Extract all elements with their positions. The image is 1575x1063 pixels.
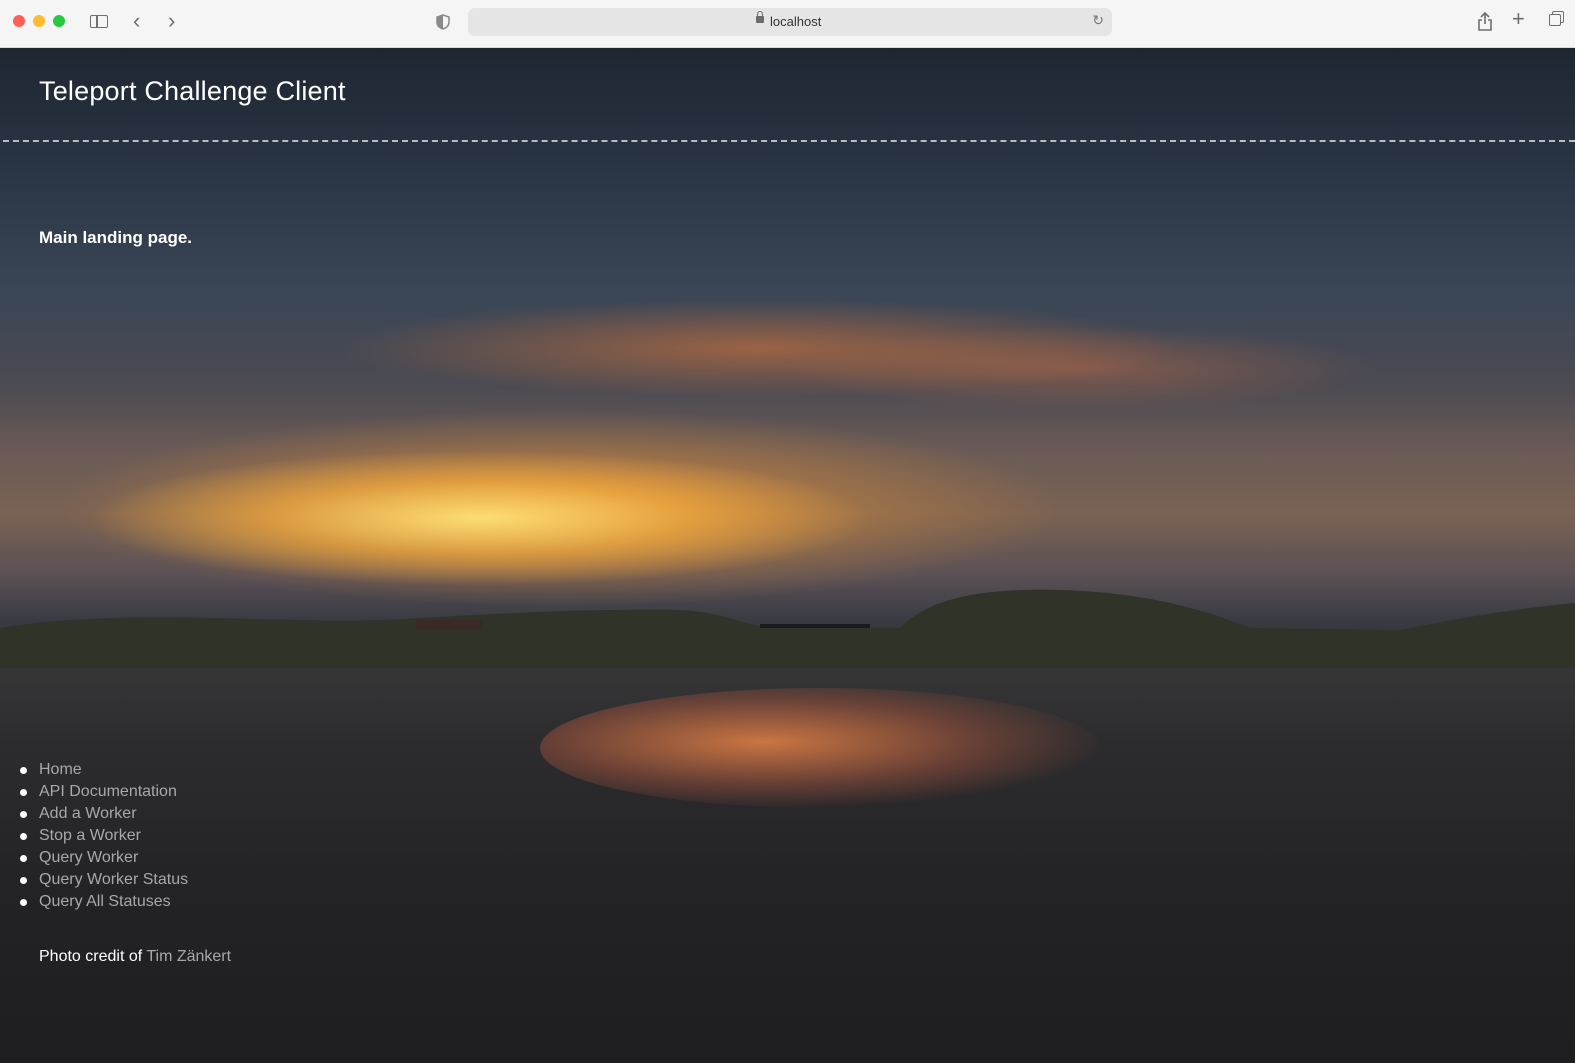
privacy-shield-icon[interactable] [436,13,450,30]
intro-text: Main landing page. [39,228,193,247]
background-puddle [540,688,1100,808]
nav-link-query-worker-status[interactable]: Query Worker Status [39,871,188,888]
share-icon[interactable] [1477,11,1493,36]
close-window-button[interactable] [13,15,25,27]
nav-link-query-all-statuses[interactable]: Query All Statuses [39,893,171,910]
nav-item: Stop a Worker [18,825,188,847]
landing-page: Teleport Challenge Client Main landing p… [0,48,1575,1063]
photo-credit-label: Photo credit of [39,948,143,965]
browser-toolbar: ‹ › localhost ↻ + [0,0,1575,48]
photo-credit: Photo credit of Tim Zänkert [39,948,231,966]
header-divider [3,140,1575,142]
url-text: localhost [770,14,822,29]
sidebar-toggle-icon[interactable] [90,15,108,28]
nav-item: Query All Statuses [18,891,188,913]
nav-item: Query Worker [18,847,188,869]
nav-item: Home [18,759,188,781]
nav-item: API Documentation [18,781,188,803]
nav-link-query-worker[interactable]: Query Worker [39,849,138,866]
zoom-window-button[interactable] [53,15,65,27]
back-arrow-icon[interactable]: ‹ [133,10,140,32]
nav-link-home[interactable]: Home [39,761,82,778]
lock-icon [756,11,764,23]
nav-link-stop-worker[interactable]: Stop a Worker [39,827,141,844]
forward-arrow-icon[interactable]: › [168,10,175,32]
nav-link-api-documentation[interactable]: API Documentation [39,783,177,800]
nav-item: Add a Worker [18,803,188,825]
reload-icon[interactable]: ↻ [1092,12,1104,29]
page-title: Teleport Challenge Client [39,76,346,106]
minimize-window-button[interactable] [33,15,45,27]
photo-credit-author-link[interactable]: Tim Zänkert [146,948,231,965]
nav-list: Home API Documentation Add a Worker Stop… [18,759,188,913]
background-dunes [0,589,1575,668]
new-tab-icon[interactable]: + [1512,8,1525,30]
nav-item: Query Worker Status [18,869,188,891]
address-bar[interactable]: localhost ↻ [468,8,1112,36]
nav-link-add-worker[interactable]: Add a Worker [39,805,137,822]
tab-overview-icon[interactable] [1549,11,1564,28]
